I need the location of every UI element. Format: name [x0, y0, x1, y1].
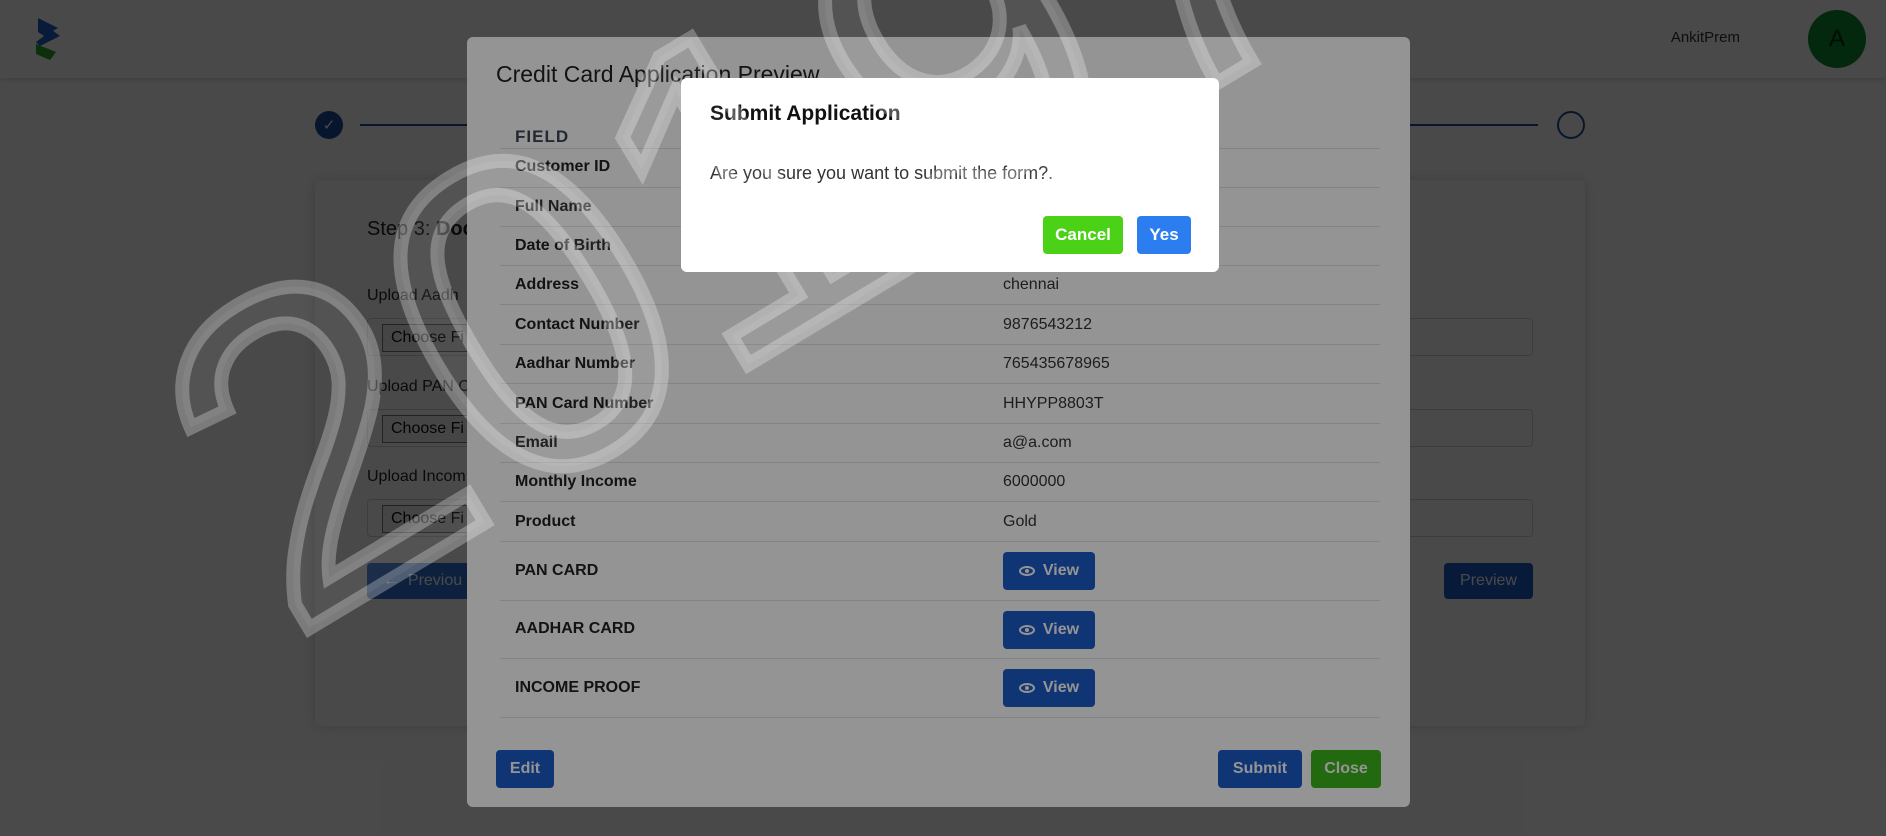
- confirm-dialog: Submit Application Are you sure you want…: [681, 78, 1219, 272]
- dialog-title: Submit Application: [710, 102, 901, 125]
- yes-button[interactable]: Yes: [1137, 216, 1191, 254]
- dialog-message: Are you sure you want to submit the form…: [710, 163, 1054, 183]
- cancel-button[interactable]: Cancel: [1043, 216, 1123, 254]
